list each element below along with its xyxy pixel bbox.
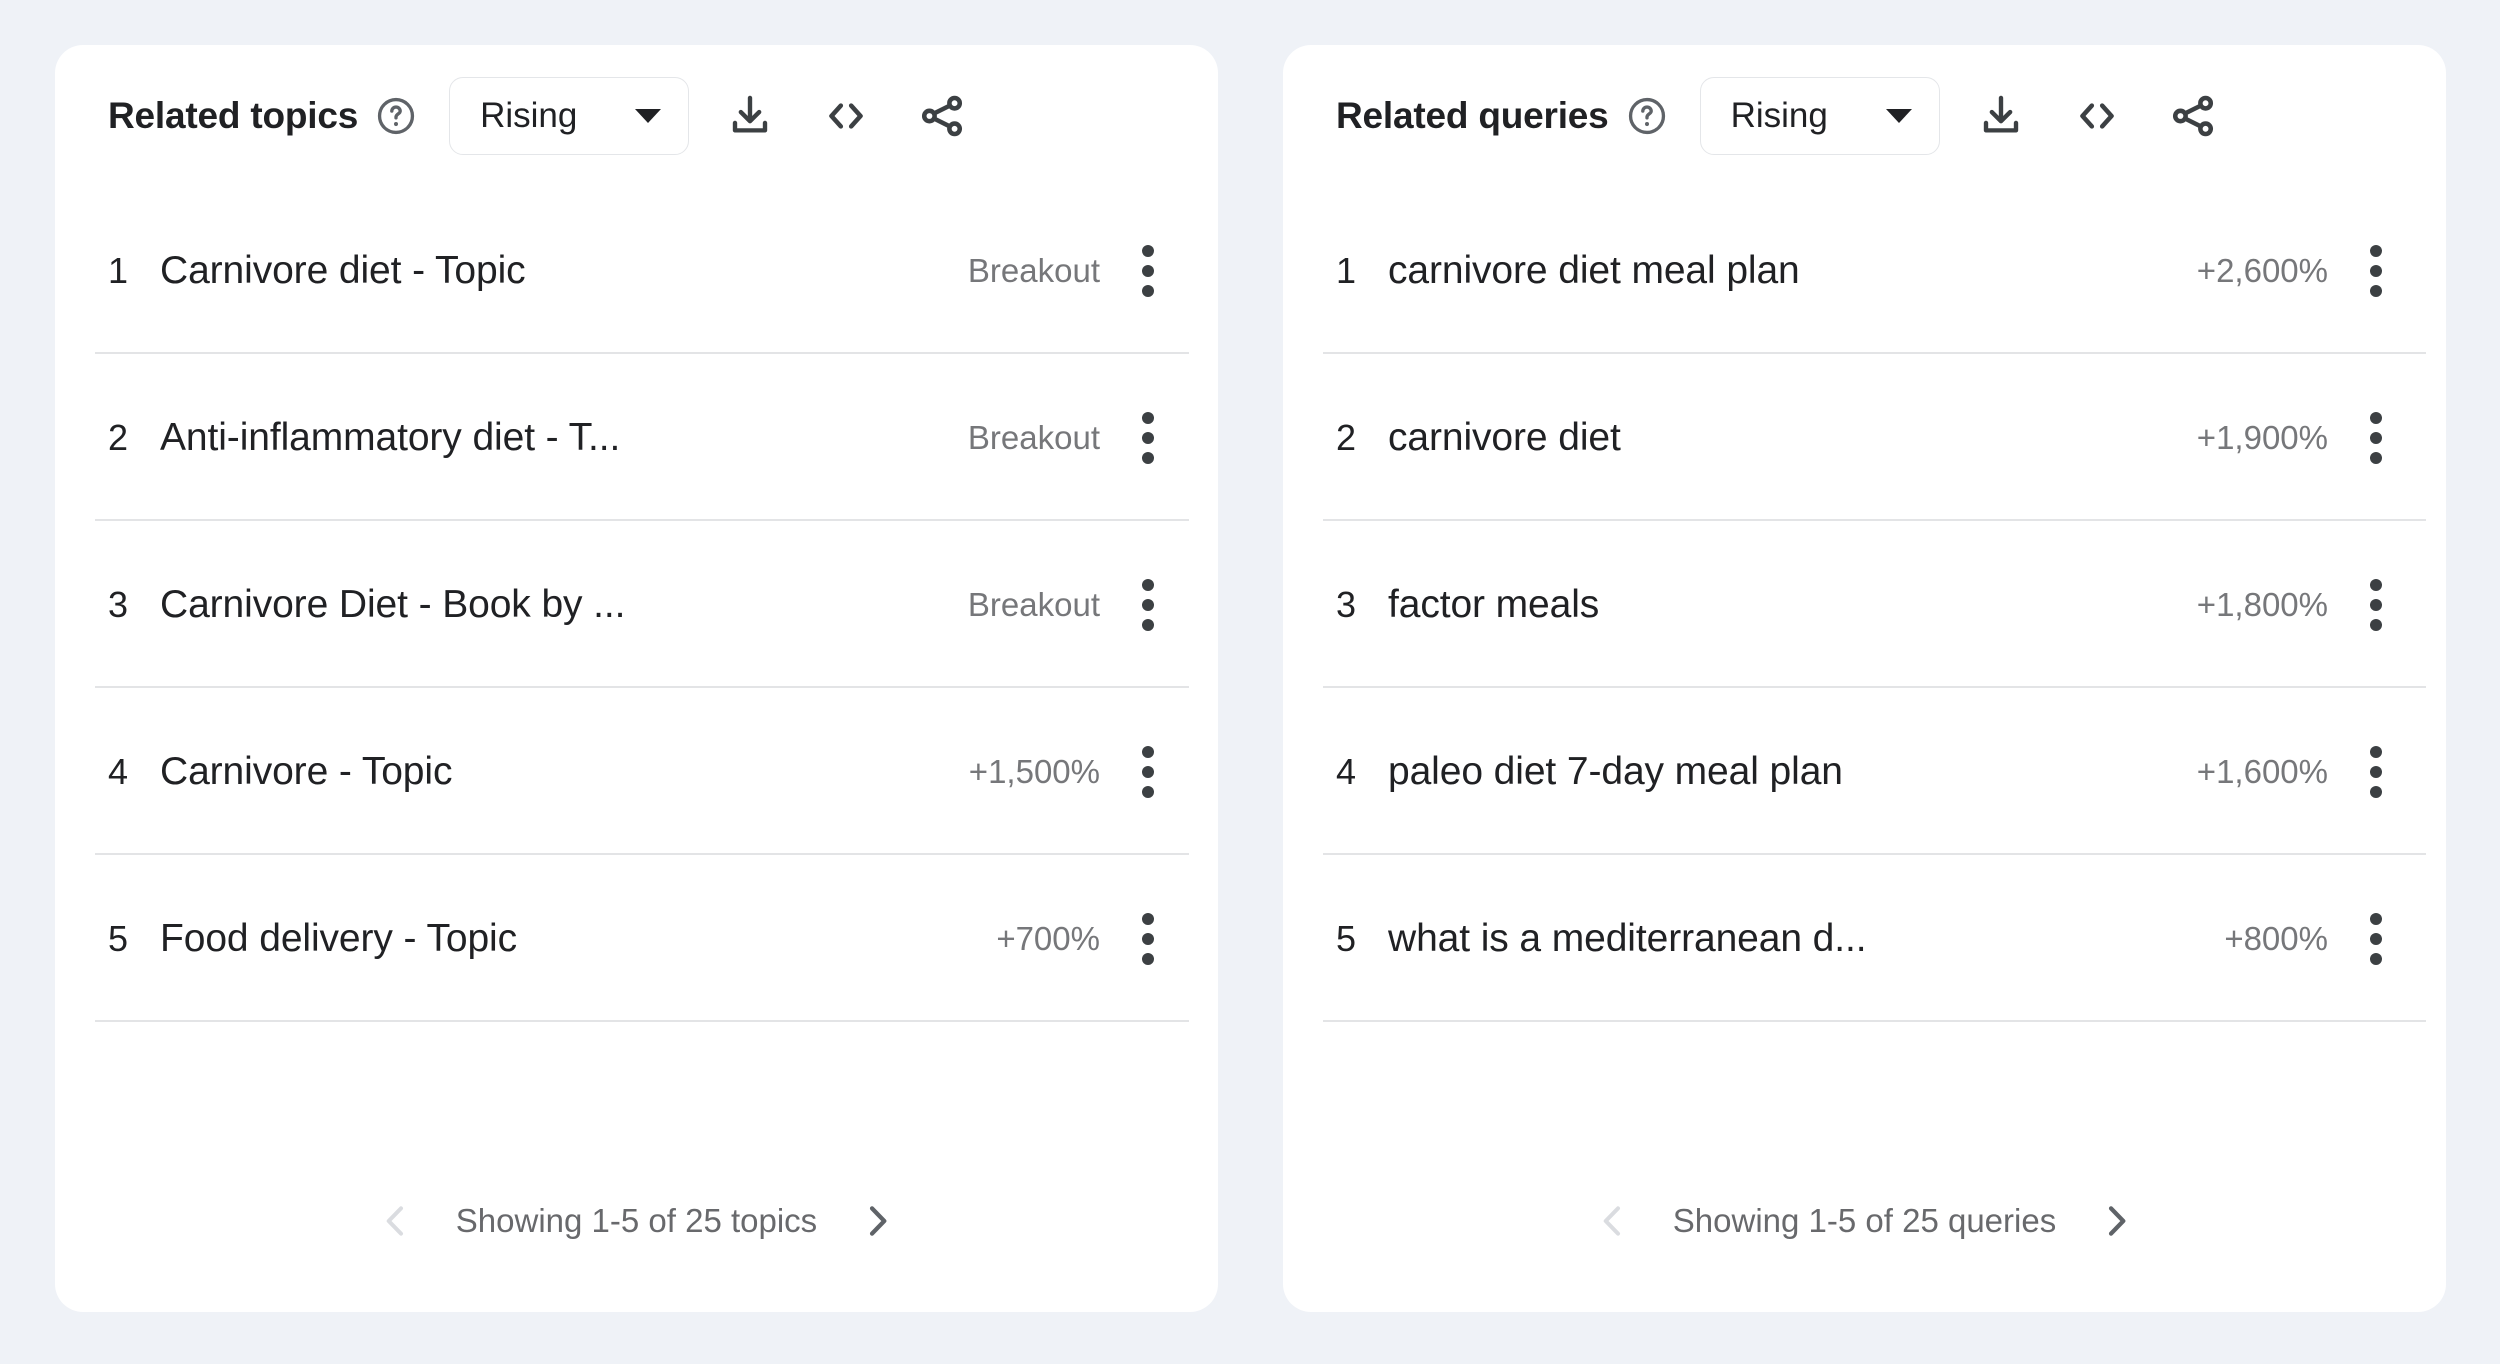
related-topics-list: 1 Carnivore diet - Topic Breakout 2 Anti… [55,187,1218,1130]
related-queries-header: Related queries Rising [1283,45,2446,187]
table-row[interactable]: 1 Carnivore diet - Topic Breakout [55,187,1218,354]
row-rank: 3 [108,583,129,625]
row-value: +2,600% [2196,251,2328,289]
row-value: +1,800% [2196,585,2328,623]
sort-select-value: Rising [1730,96,1828,135]
table-row[interactable]: 4 paleo diet 7-day meal plan +1,600% [1283,688,2446,855]
row-value: Breakout [967,251,1100,289]
more-options-icon[interactable] [2362,573,2390,637]
embed-code-icon[interactable] [817,87,875,145]
sort-select-topics[interactable]: Rising [449,77,690,155]
more-options-icon[interactable] [2362,239,2390,303]
trends-panels-board: Related topics Rising 1 Carnivore diet -… [0,0,2500,1364]
chevron-left-icon[interactable] [360,1185,432,1257]
row-rank: 1 [1336,249,1357,291]
page-title: Related topics [108,95,359,136]
table-row[interactable]: 1 carnivore diet meal plan +2,600% [1283,187,2446,354]
more-options-icon[interactable] [1134,406,1162,470]
table-row[interactable]: 5 Food delivery - Topic +700% [55,855,1218,1022]
more-options-icon[interactable] [2362,740,2390,804]
related-topics-card: Related topics Rising 1 Carnivore diet -… [55,45,1218,1312]
row-rank: 2 [1336,416,1357,458]
help-circle-icon[interactable] [375,95,417,137]
table-row[interactable]: 3 factor meals +1,800% [1283,521,2446,688]
related-queries-pagination: Showing 1-5 of 25 queries [1283,1130,2446,1312]
row-rank: 1 [108,249,129,291]
row-value: Breakout [967,585,1100,623]
row-rank: 5 [108,917,129,959]
row-label: what is a mediterranean d... [1388,916,1867,960]
download-icon[interactable] [1972,87,2030,145]
more-options-icon[interactable] [2362,907,2390,971]
pagination-label: Showing 1-5 of 25 topics [455,1202,818,1239]
row-value: Breakout [967,418,1100,456]
row-rank: 4 [1336,750,1357,792]
more-options-icon[interactable] [1134,239,1162,303]
share-icon[interactable] [2164,87,2222,145]
chevron-left-icon[interactable] [1577,1185,1649,1257]
related-topics-header: Related topics Rising [55,45,1218,187]
row-rank: 3 [1336,583,1357,625]
help-circle-icon[interactable] [1626,95,1668,137]
table-row[interactable]: 4 Carnivore - Topic +1,500% [55,688,1218,855]
row-label: factor meals [1388,582,1600,626]
chevron-right-icon[interactable] [2080,1185,2152,1257]
row-label: Carnivore Diet - Book by ... [160,582,626,626]
pagination-label: Showing 1-5 of 25 queries [1672,1202,2057,1239]
page-title: Related queries [1336,95,1609,136]
related-topics-pagination: Showing 1-5 of 25 topics [55,1130,1218,1312]
related-queries-list: 1 carnivore diet meal plan +2,600% 2 car… [1283,187,2446,1130]
row-rank: 2 [108,416,129,458]
related-queries-card: Related queries Rising 1 carnivore diet … [1283,45,2446,1312]
row-label: carnivore diet meal plan [1388,248,1800,292]
table-row[interactable]: 2 Anti-inflammatory diet - T... Breakout [55,354,1218,521]
row-value: +1,500% [968,752,1100,790]
row-rank: 5 [1336,917,1357,959]
more-options-icon[interactable] [1134,907,1162,971]
header-actions-topics [721,87,971,145]
row-label: Carnivore - Topic [160,749,453,793]
row-label: Anti-inflammatory diet - T... [160,415,621,459]
row-value: +1,600% [2196,752,2328,790]
row-rank: 4 [108,750,129,792]
more-options-icon[interactable] [1134,740,1162,804]
more-options-icon[interactable] [2362,406,2390,470]
row-label: Carnivore diet - Topic [160,248,526,292]
sort-select-value: Rising [480,96,578,135]
share-icon[interactable] [913,87,971,145]
header-actions-queries [1972,87,2222,145]
row-label: carnivore diet [1388,415,1621,459]
chevron-down-icon [635,109,662,123]
more-options-icon[interactable] [1134,573,1162,637]
table-row[interactable]: 3 Carnivore Diet - Book by ... Breakout [55,521,1218,688]
sort-select-queries[interactable]: Rising [1699,77,1940,155]
chevron-right-icon[interactable] [841,1185,913,1257]
embed-code-icon[interactable] [2068,87,2126,145]
table-row[interactable]: 5 what is a mediterranean d... +800% [1283,855,2446,1022]
row-value: +800% [2224,919,2328,957]
chevron-down-icon [1885,109,1912,123]
row-value: +1,900% [2196,418,2328,456]
table-row[interactable]: 2 carnivore diet +1,900% [1283,354,2446,521]
row-label: paleo diet 7-day meal plan [1388,749,1843,793]
download-icon[interactable] [721,87,779,145]
row-label: Food delivery - Topic [160,916,518,960]
row-value: +700% [996,919,1100,957]
